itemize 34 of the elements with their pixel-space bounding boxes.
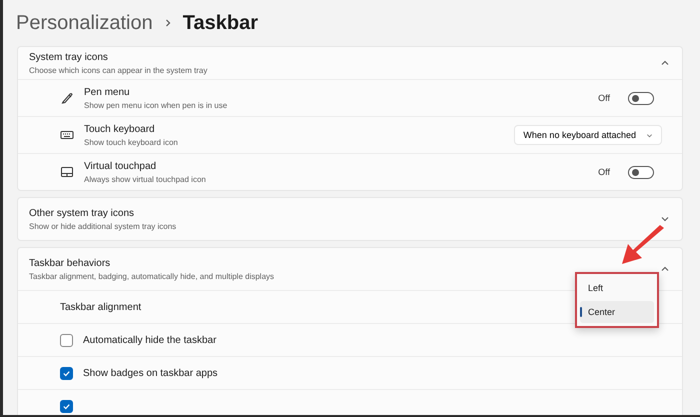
setting-description: Always show virtual touchpad icon xyxy=(84,174,207,184)
breadcrumb-item: Taskbar xyxy=(182,12,258,34)
checkbox-label: Show badges on taskbar apps xyxy=(83,368,218,378)
menu-option[interactable]: Center xyxy=(580,301,654,323)
pen-icon xyxy=(60,91,74,105)
toggle-switch[interactable] xyxy=(628,92,654,104)
setting-description: Show touch keyboard icon xyxy=(84,138,179,146)
touchpad-icon xyxy=(60,165,74,179)
setting-title: Pen menu xyxy=(84,86,131,98)
menu-option[interactable]: Left xyxy=(580,277,654,299)
toggle-state-label: Off xyxy=(598,93,610,103)
checkbox-label: Automatically hide the taskbar xyxy=(83,334,216,346)
breadcrumb-item[interactable]: Personalization xyxy=(16,12,153,34)
setting-title: Taskbar alignment xyxy=(60,302,142,312)
checkbox[interactable] xyxy=(60,334,73,346)
checkmark-icon xyxy=(62,402,71,410)
dropdown[interactable]: When no keyboard attached xyxy=(514,125,662,145)
setting-title: Touch keyboard xyxy=(84,124,156,134)
checkbox[interactable] xyxy=(60,366,73,380)
setting-description: Show pen menu icon when pen is in use xyxy=(84,100,228,110)
section-description: Show or hide additional system tray icons xyxy=(29,222,178,230)
chevron-down-icon[interactable] xyxy=(660,214,670,224)
toggle-state-label: Off xyxy=(598,167,610,177)
section-description: Choose which icons can appear in the system tray xyxy=(29,66,208,74)
checkbox[interactable] xyxy=(60,400,73,412)
section-title: Other system tray icons xyxy=(29,208,136,218)
section-description: Taskbar alignment, badging, automatically hide, and multiple displays xyxy=(29,272,276,280)
section-title: Taskbar behaviors xyxy=(29,258,112,268)
section-title: System tray icons xyxy=(29,52,109,62)
keyboard-icon xyxy=(60,128,74,142)
chevron-down-icon xyxy=(646,132,653,138)
checkmark-icon xyxy=(62,368,71,378)
setting-title: Virtual touchpad xyxy=(84,160,158,172)
toggle-switch[interactable] xyxy=(628,166,654,178)
